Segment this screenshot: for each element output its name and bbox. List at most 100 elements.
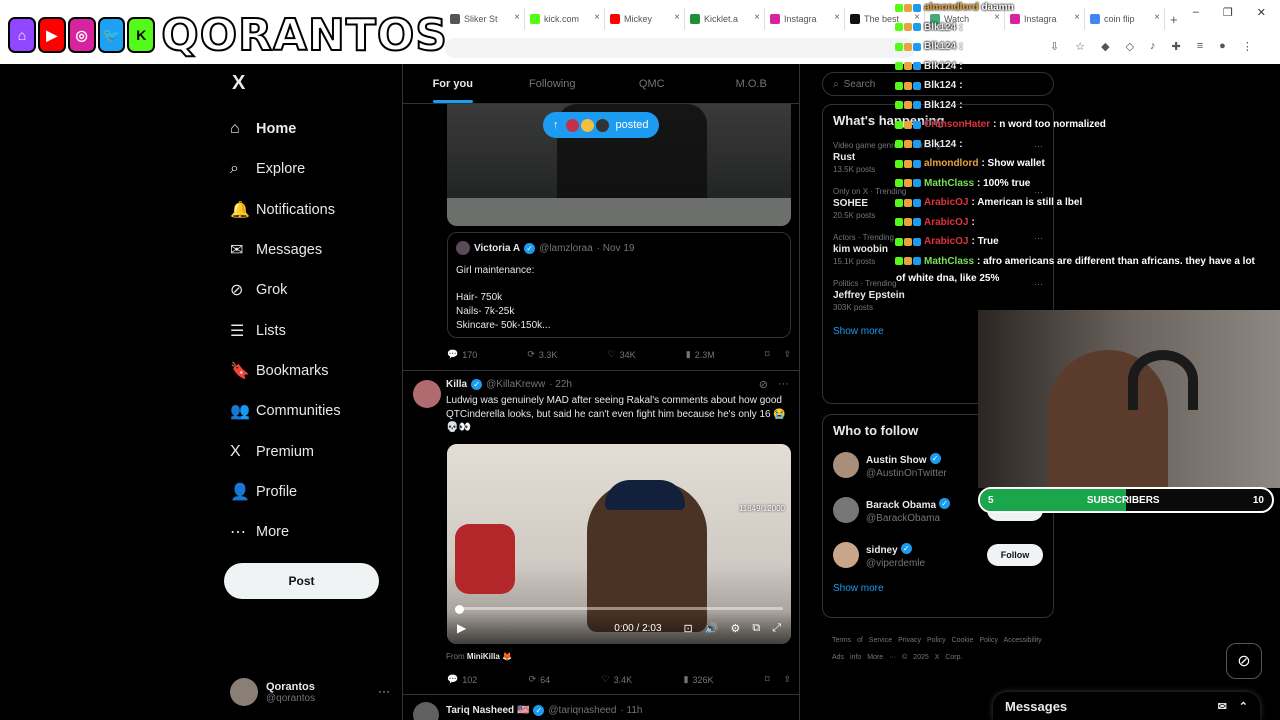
browser-tab[interactable]: Kicklet.a × [685, 8, 765, 30]
grok-button[interactable]: ⊘ [1226, 643, 1262, 679]
post-time[interactable]: · 22h [549, 379, 572, 390]
more-icon[interactable]: ··· [1034, 233, 1043, 243]
footer-links[interactable]: Terms of Service Privacy Policy Cookie P… [832, 632, 1052, 666]
close-icon[interactable]: × [754, 12, 760, 23]
play-icon[interactable]: ▶ [457, 621, 466, 635]
browser-tab[interactable]: coin flip × [1085, 8, 1165, 30]
new-tab-button[interactable]: + [1165, 8, 1195, 30]
repost-button[interactable]: ⟳ 64 [529, 674, 551, 685]
sidebar-item-notifications[interactable]: 🔔 Notifications [224, 190, 341, 230]
close-icon[interactable]: × [1154, 12, 1160, 23]
new-message-icon[interactable]: ✉ [1218, 700, 1227, 713]
more-icon[interactable]: ··· [1034, 279, 1043, 289]
quoted-post[interactable]: Victoria A ✓ @lamzloraa · Nov 19 Girl ma… [447, 232, 791, 338]
pip-icon[interactable]: ⧉ [752, 622, 760, 635]
follow-button[interactable]: Follow [987, 543, 1043, 566]
author-handle[interactable]: @KillaKreww [486, 379, 545, 390]
maximize-button[interactable]: ❐ [1223, 6, 1233, 19]
extension-icon[interactable]: ◇ [1126, 40, 1134, 53]
browser-tab[interactable]: kick.com × [525, 8, 605, 30]
avatar[interactable] [833, 496, 859, 523]
close-icon[interactable]: × [674, 12, 680, 23]
more-icon[interactable]: ··· [1034, 187, 1043, 197]
share-icon[interactable]: ⇪ [783, 674, 791, 685]
volume-icon[interactable]: 🔊 [705, 622, 719, 635]
sidebar-item-lists[interactable]: ☰ Lists [224, 310, 341, 350]
reply-button[interactable]: 💬 102 [447, 674, 477, 685]
video-progress-bar[interactable] [455, 607, 783, 610]
like-button[interactable]: ♡ 34K [608, 349, 636, 360]
sidebar-item-communities[interactable]: 👥 Communities [224, 391, 341, 431]
post-time[interactable]: · 11h [620, 705, 642, 716]
tab-for-you[interactable]: For you [403, 64, 503, 103]
close-window-button[interactable]: ✕ [1257, 6, 1266, 19]
sidebar-item-more[interactable]: ⋯ More [224, 512, 341, 552]
like-button[interactable]: ♡ 3.4K [602, 674, 633, 685]
chevron-up-icon[interactable]: ⌃ [1239, 700, 1248, 713]
avatar[interactable] [413, 380, 441, 408]
puzzle-icon[interactable]: ✚ [1172, 40, 1181, 53]
show-more-link[interactable]: Show more [823, 583, 1053, 594]
star-icon[interactable]: ☆ [1075, 40, 1085, 53]
tab-m-o-b[interactable]: M.O.B [702, 64, 800, 103]
chat-text: : [959, 99, 963, 111]
address-bar[interactable] [445, 38, 915, 58]
avatar[interactable] [833, 541, 859, 568]
video-player[interactable]: 11849/12000 ▶ 0:00 / 2:03 ⊡ 🔊 ⚙ ⧉ ⤢ [447, 444, 791, 644]
fullscreen-icon[interactable]: ⤢ [772, 622, 781, 635]
sidebar-item-bookmarks[interactable]: 🔖 Bookmarks [224, 351, 341, 391]
close-icon[interactable]: × [594, 12, 600, 23]
browser-tab[interactable]: Mickey × [605, 8, 685, 30]
bookmark-icon[interactable]: ⌑ [765, 349, 770, 360]
more-icon[interactable]: ··· [1034, 141, 1043, 151]
close-icon[interactable]: × [514, 12, 520, 23]
from-source-name[interactable]: MiniKilla 🦊 [467, 652, 512, 661]
minimize-button[interactable]: – [1193, 6, 1199, 19]
close-icon[interactable]: × [994, 12, 1000, 23]
audio-icon[interactable]: ♪ [1150, 40, 1156, 53]
tab-qmc[interactable]: QMC [602, 64, 702, 103]
close-icon[interactable]: × [834, 12, 840, 23]
views-button[interactable]: ▮ 326K [683, 674, 713, 685]
sidebar-item-profile[interactable]: 👤 Profile [224, 472, 341, 512]
sidebar-icon[interactable]: ≡ [1197, 40, 1203, 53]
account-switcher[interactable]: Qorantos @qorantos ··· [230, 678, 390, 706]
install-icon[interactable]: ⇩ [1050, 40, 1059, 53]
author-handle[interactable]: @tariqnasheed [548, 705, 616, 716]
chat-message: Blk124: [895, 139, 963, 150]
quote-text-line [456, 278, 782, 292]
kebab-menu-icon[interactable]: ⋮ [1242, 40, 1253, 53]
avatar[interactable] [833, 451, 859, 478]
browser-tab[interactable]: Instagra × [765, 8, 845, 30]
repost-button[interactable]: ⟳ 3.3K [527, 349, 557, 360]
grok-icon[interactable]: ⊘ [759, 378, 768, 391]
follow-suggestion[interactable]: sidney ✓ @viperdemle Follow [823, 532, 1053, 577]
post[interactable]: Tariq Nasheed 🇺🇸 ✓ @tariqnasheed · 11h [403, 696, 799, 720]
profile-avatar[interactable]: ● [1219, 40, 1226, 53]
sidebar-item-explore[interactable]: ⌕ Explore [224, 149, 341, 189]
new-posts-pill[interactable]: ↑ posted [543, 112, 659, 138]
extension-icon[interactable]: ◆ [1101, 40, 1109, 53]
sidebar-item-home[interactable]: ⌂ Home [224, 109, 341, 149]
sidebar-item-messages[interactable]: ✉ Messages [224, 230, 341, 270]
avatar[interactable] [413, 702, 439, 720]
messages-dock[interactable]: Messages ✉ ⌃ [993, 692, 1260, 720]
tab-following[interactable]: Following [503, 64, 603, 103]
browser-tab[interactable]: Sliker St × [445, 8, 525, 30]
post-button[interactable]: Post [224, 563, 379, 599]
browser-tab[interactable]: Instagra × [1005, 8, 1085, 30]
bookmark-icon[interactable]: ⌑ [765, 674, 770, 685]
more-icon[interactable]: ··· [778, 378, 789, 391]
reply-button[interactable]: 💬 170 [447, 349, 477, 360]
x-logo[interactable]: X [232, 72, 245, 95]
sidebar-item-grok[interactable]: ⊘ Grok [224, 270, 341, 310]
captions-icon[interactable]: ⊡ [684, 622, 693, 635]
author-name[interactable]: Tariq Nasheed 🇺🇸 [446, 705, 529, 716]
sidebar-item-premium[interactable]: X Premium [224, 431, 341, 471]
more-icon[interactable]: ··· [378, 684, 390, 698]
share-icon[interactable]: ⇪ [783, 349, 791, 360]
author-name[interactable]: Killa [446, 379, 467, 390]
views-button[interactable]: ▮ 2.3M [686, 349, 715, 360]
close-icon[interactable]: × [1074, 12, 1080, 23]
settings-icon[interactable]: ⚙ [730, 622, 740, 635]
